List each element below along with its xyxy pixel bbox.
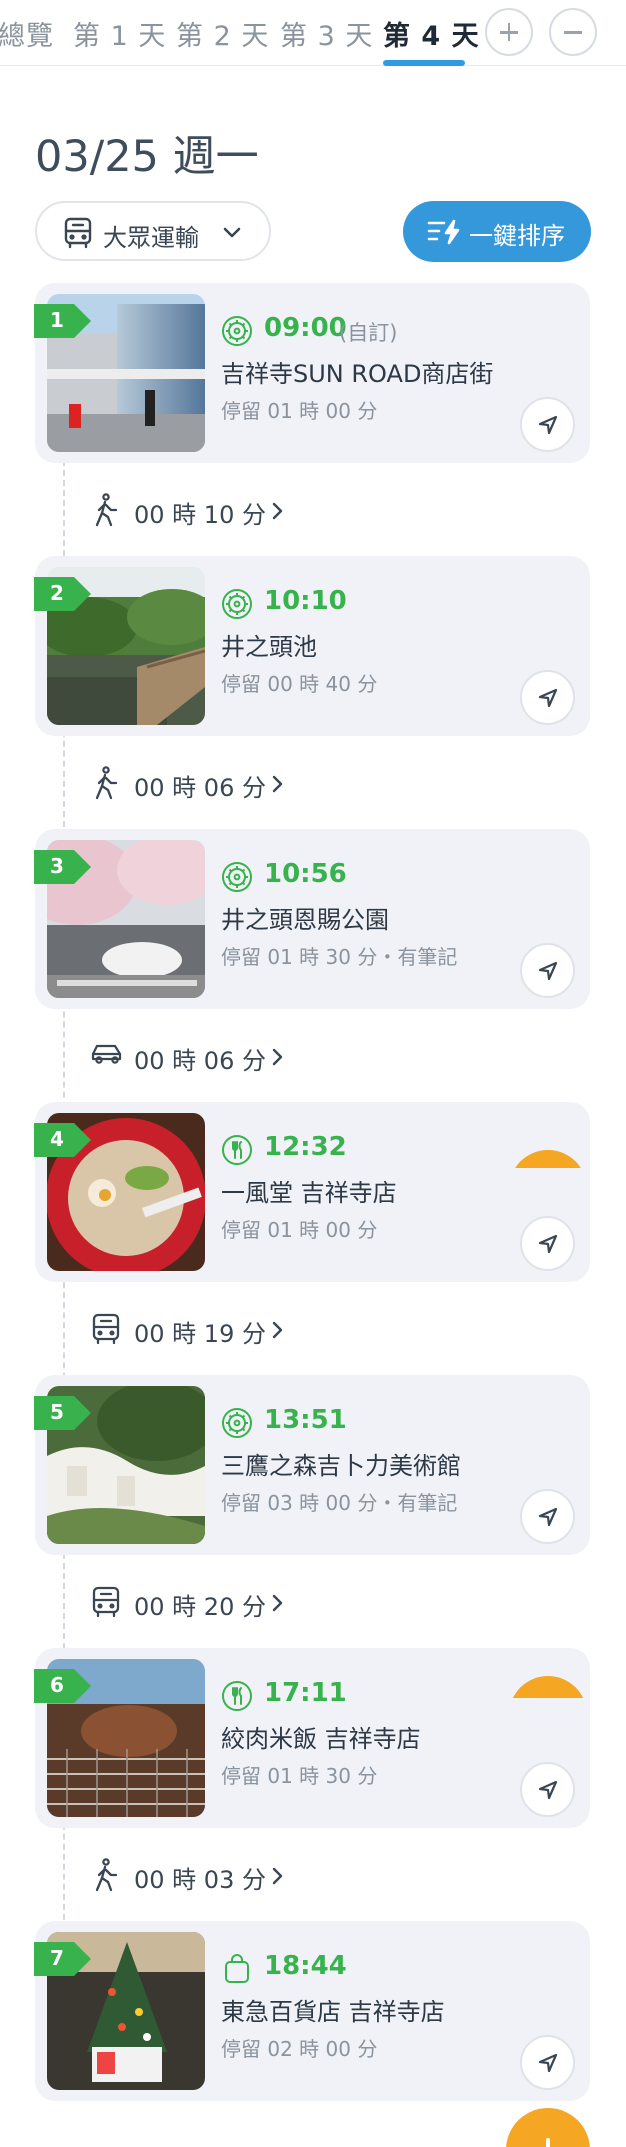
navigate-button[interactable] (520, 2035, 575, 2090)
navigation-arrow-icon (538, 2053, 558, 2073)
navigate-button[interactable] (520, 670, 575, 725)
itinerary-stop-card[interactable]: 3 10:56 井之頭恩賜公園 停留 01 時 30 分・有筆記 (34, 829, 590, 1009)
navigate-button[interactable] (520, 1216, 575, 1271)
itinerary-stop-card[interactable]: 5 13:51 三鷹之森吉卜力美術館 停留 03 時 00 分・有筆記 (34, 1375, 590, 1555)
navigation-arrow-icon (538, 688, 558, 708)
itinerary-stop-card[interactable]: 4 12:32 一風堂 吉祥寺店 停留 01 時 00 分 (34, 1102, 590, 1282)
arrival-time[interactable]: 12:32 (264, 1132, 347, 1162)
car-icon (90, 1039, 124, 1073)
arrival-time[interactable]: 13:51 (264, 1405, 347, 1435)
tab-overview[interactable]: 總覽 (0, 14, 54, 53)
navigate-button[interactable] (520, 943, 575, 998)
navigate-button[interactable] (520, 397, 575, 452)
chevron-right-icon (270, 774, 284, 798)
navigation-arrow-icon (538, 961, 558, 981)
add-day-button[interactable] (485, 8, 533, 56)
transit-duration: 00 時 06 分 (134, 774, 266, 802)
attraction-icon (221, 861, 253, 897)
stop-order-badge: 6 (34, 1669, 91, 1703)
stop-order-badge: 4 (34, 1123, 91, 1157)
stop-order-badge: 2 (34, 577, 91, 611)
bus-icon (90, 1312, 122, 1350)
stay-duration: 停留 01 時 30 分・有筆記 (221, 945, 458, 969)
chevron-right-icon (270, 1047, 284, 1071)
walk-icon (90, 766, 120, 804)
navigation-arrow-icon (538, 1507, 558, 1527)
arrival-time[interactable]: 17:11 (264, 1678, 347, 1708)
place-name: 一風堂 吉祥寺店 (221, 1179, 397, 1207)
stop-order-badge: 7 (34, 1942, 91, 1976)
stay-duration: 停留 01 時 00 分 (221, 1218, 378, 1242)
transport-mode-select[interactable]: 大眾運輸 (35, 201, 271, 261)
walk-icon (90, 1858, 120, 1896)
transit-duration: 00 時 10 分 (134, 501, 266, 529)
stay-duration: 停留 00 時 40 分 (221, 672, 378, 696)
one-click-sort-label: 一鍵排序 (469, 222, 565, 250)
itinerary-stop-card[interactable]: 7 18:44 東急百貨店 吉祥寺店 停留 02 時 00 分 (34, 1921, 590, 2101)
navigate-button[interactable] (520, 1489, 575, 1544)
stay-duration: 停留 01 時 00 分 (221, 399, 378, 423)
itinerary-stop-card[interactable]: 6 17:11 絞肉米飯 吉祥寺店 停留 01 時 30 分 (34, 1648, 590, 1828)
transit-duration: 00 時 20 分 (134, 1593, 266, 1621)
restaurant-icon (221, 1134, 253, 1170)
transport-mode-label: 大眾運輸 (103, 224, 199, 252)
place-name: 吉祥寺SUN ROAD商店街 (221, 360, 494, 388)
arrival-time[interactable]: 09:00 (264, 313, 347, 343)
one-click-sort-button[interactable]: 一鍵排序 (403, 201, 591, 262)
auto-sort-icon (427, 219, 461, 249)
navigation-arrow-icon (538, 1780, 558, 1800)
bus-icon (61, 216, 95, 254)
bus-icon (90, 1585, 122, 1623)
chevron-right-icon (270, 1866, 284, 1890)
transit-duration: 00 時 19 分 (134, 1320, 266, 1348)
tab-day-2[interactable]: 第 2 天 (176, 14, 269, 53)
stop-order-badge: 1 (34, 304, 91, 338)
day-tab-bar: 總覽 第 1 天 第 2 天 第 3 天 第 4 天 (0, 0, 626, 66)
tab-day-4[interactable]: 第 4 天 (383, 14, 480, 53)
floating-action-button-peek (509, 1676, 587, 1698)
minus-icon (564, 31, 582, 34)
place-name: 井之頭池 (221, 633, 317, 661)
chevron-right-icon (270, 501, 284, 525)
stop-order-badge: 5 (34, 1396, 91, 1430)
place-name: 三鷹之森吉卜力美術館 (221, 1452, 461, 1480)
arrival-time[interactable]: 10:10 (264, 586, 347, 616)
place-name: 井之頭恩賜公園 (221, 906, 389, 934)
navigation-arrow-icon (538, 1234, 558, 1254)
attraction-icon (221, 315, 253, 351)
navigation-arrow-icon (538, 415, 558, 435)
transit-duration: 00 時 06 分 (134, 1047, 266, 1075)
stop-order-badge: 3 (34, 850, 91, 884)
stay-duration: 停留 03 時 00 分・有筆記 (221, 1491, 458, 1515)
add-stop-button[interactable] (506, 2108, 590, 2147)
attraction-icon (221, 588, 253, 624)
chevron-right-icon (270, 1320, 284, 1344)
place-name: 絞肉米飯 吉祥寺店 (221, 1725, 421, 1753)
arrival-time[interactable]: 10:56 (264, 859, 347, 889)
active-tab-indicator (383, 60, 465, 66)
tab-day-3[interactable]: 第 3 天 (280, 14, 373, 53)
walk-icon (90, 493, 120, 531)
remove-day-button[interactable] (549, 8, 597, 56)
chevron-right-icon (270, 1593, 284, 1617)
chevron-down-icon (220, 221, 244, 249)
stay-duration: 停留 01 時 30 分 (221, 1764, 378, 1788)
itinerary-stop-card[interactable]: 2 10:10 井之頭池 停留 00 時 40 分 (34, 556, 590, 736)
transit-duration: 00 時 03 分 (134, 1866, 266, 1894)
day-date-title: 03/25 週一 (35, 132, 259, 182)
shopping-icon (221, 1953, 253, 1989)
tab-day-1[interactable]: 第 1 天 (73, 14, 166, 53)
arrival-time[interactable]: 18:44 (264, 1951, 347, 1981)
attraction-icon (221, 1407, 253, 1443)
restaurant-icon (221, 1680, 253, 1716)
place-name: 東急百貨店 吉祥寺店 (221, 1998, 445, 2026)
navigate-button[interactable] (520, 1762, 575, 1817)
itinerary-stop-card[interactable]: 1 09:00 (自訂) 吉祥寺SUN ROAD商店街 停留 01 時 00 分 (34, 283, 590, 463)
stay-duration: 停留 02 時 00 分 (221, 2037, 378, 2061)
time-custom-note: (自訂) (339, 321, 398, 345)
